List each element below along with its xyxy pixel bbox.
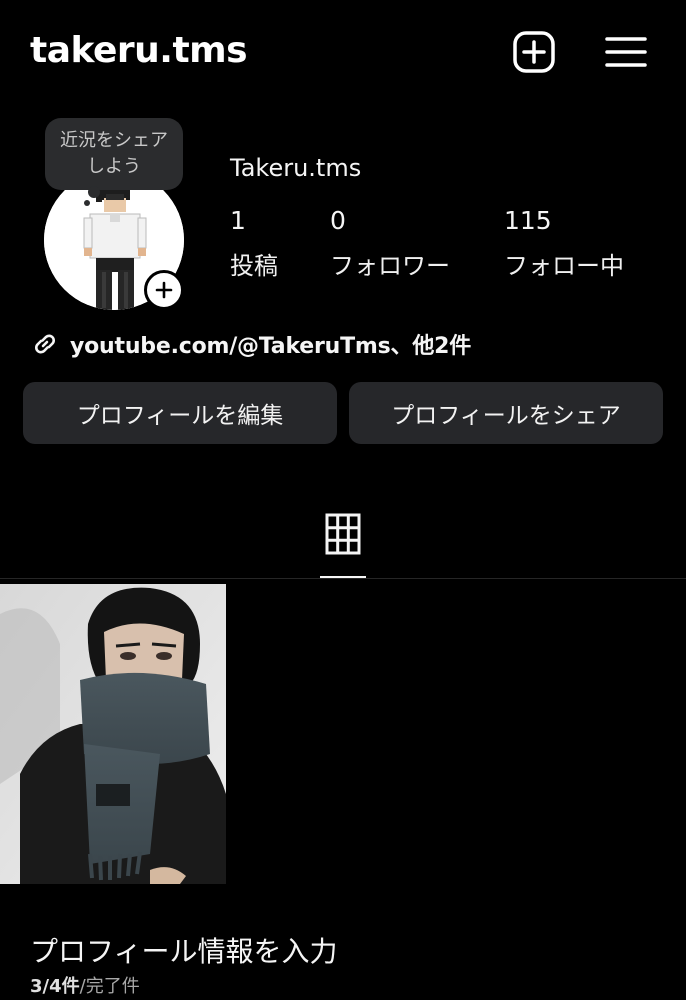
profile-avatar[interactable]: [44, 170, 184, 310]
note-bubble-tail: [88, 186, 100, 198]
create-post-button[interactable]: [512, 30, 556, 74]
note-bubble-tail-small: [84, 200, 90, 206]
share-profile-button[interactable]: プロフィールをシェア: [349, 382, 663, 444]
stat-following[interactable]: 115 フォロー中: [504, 206, 624, 281]
profile-completion-title[interactable]: プロフィール情報を入力: [30, 930, 337, 970]
post-thumbnail[interactable]: [0, 584, 226, 884]
menu-button[interactable]: [604, 30, 648, 74]
post-photo: [0, 584, 226, 884]
add-story-button[interactable]: [144, 270, 184, 310]
stat-following-label: フォロー中: [504, 252, 624, 280]
profile-tabs: [0, 500, 686, 579]
stat-posts-count: 1: [230, 206, 246, 235]
stat-posts[interactable]: 1 投稿: [230, 206, 278, 281]
edit-profile-button[interactable]: プロフィールを編集: [23, 382, 337, 444]
stat-followers-count: 0: [330, 206, 346, 235]
tab-posts-grid[interactable]: [320, 500, 366, 579]
note-bubble[interactable]: 近況をシェアしよう: [45, 118, 183, 190]
profile-header: takeru.tms: [0, 0, 686, 104]
link-icon: [35, 334, 55, 354]
completion-count: 3/4件: [30, 976, 80, 997]
hamburger-menu-icon: [605, 37, 647, 67]
stat-following-count: 115: [504, 206, 552, 235]
username-title[interactable]: takeru.tms: [30, 30, 248, 71]
stat-posts-label: 投稿: [230, 252, 278, 280]
active-tab-indicator: [320, 576, 366, 578]
plus-square-icon: [513, 31, 555, 73]
stat-followers-label: フォロワー: [330, 252, 450, 280]
profile-link[interactable]: youtube.com/@TakeruTms、他2件: [30, 326, 471, 362]
completion-suffix: /完了件: [79, 976, 140, 997]
profile-completion-progress: 3/4件/完了件: [30, 972, 140, 998]
grid-icon: [325, 513, 361, 555]
plus-icon: [155, 281, 173, 299]
profile-link-text: youtube.com/@TakeruTms、他2件: [70, 334, 472, 359]
display-name: Takeru.tms: [230, 154, 362, 182]
stat-followers[interactable]: 0 フォロワー: [330, 206, 450, 281]
